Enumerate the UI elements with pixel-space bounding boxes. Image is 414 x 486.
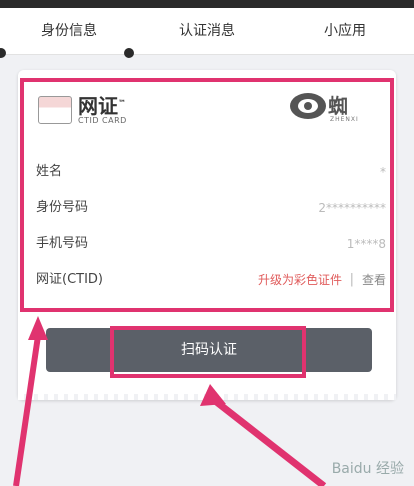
arrow-shaft-right — [211, 397, 327, 486]
arrow-shaft-left — [13, 335, 41, 486]
annotation-arrows — [13, 316, 327, 486]
watermark: Baidu 经验 — [331, 461, 404, 477]
